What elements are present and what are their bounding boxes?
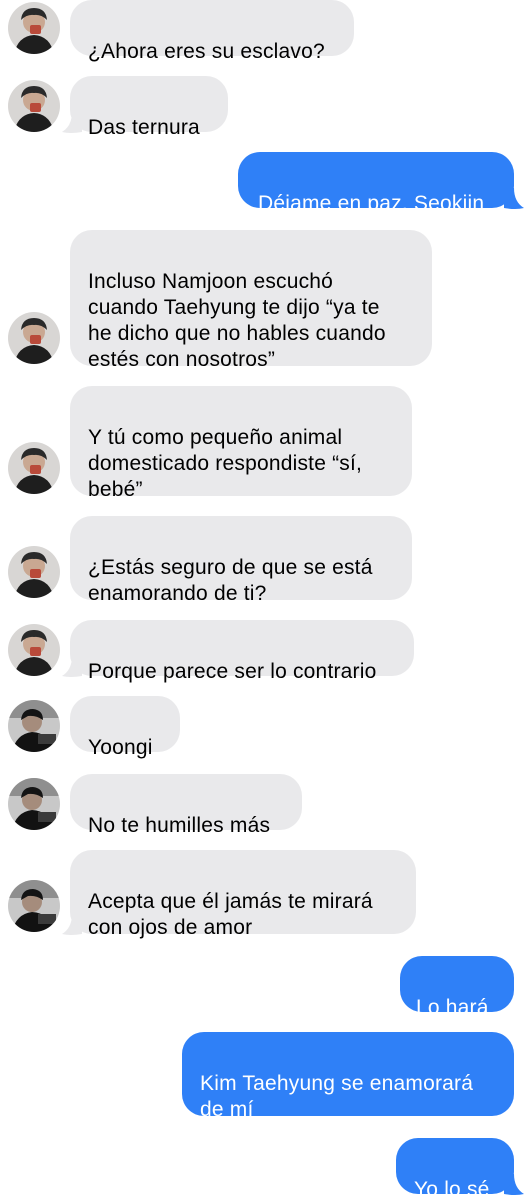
message-text: Kim Taehyung se enamorará de mí — [200, 1072, 474, 1121]
avatar-icon[interactable] — [8, 778, 60, 830]
avatar-icon[interactable] — [8, 80, 60, 132]
message-text: Porque parece ser lo contrario — [88, 660, 377, 683]
message-bubble[interactable]: Yo lo sé — [396, 1138, 514, 1201]
message-text: ¿Ahora eres su esclavo? — [88, 40, 325, 63]
message-text: ¿Estás seguro de que se está enamorando … — [88, 556, 373, 605]
avatar-icon[interactable] — [8, 312, 60, 364]
message-bubble[interactable]: Y tú como pequeño animal domesticado res… — [70, 386, 412, 501]
message-text: Lo hará — [416, 996, 489, 1019]
avatar-icon[interactable] — [8, 2, 60, 54]
message-bubble[interactable]: Incluso Namjoon escuchó cuando Taehyung … — [70, 230, 432, 371]
message-text: Yo lo sé — [414, 1178, 490, 1201]
message-bubble[interactable]: Kim Taehyung se enamorará de mí — [182, 1032, 514, 1121]
message-text: Déjame en paz, Seokjin — [258, 192, 485, 215]
message-bubble[interactable]: ¿Estás seguro de que se está enamorando … — [70, 516, 412, 605]
avatar-icon[interactable] — [8, 442, 60, 494]
message-text: Y tú como pequeño animal domesticado res… — [88, 426, 363, 501]
message-bubble[interactable]: Lo hará — [400, 956, 514, 1019]
avatar-icon[interactable] — [8, 624, 60, 676]
message-text: Incluso Namjoon escuchó cuando Taehyung … — [88, 270, 386, 371]
message-bubble[interactable]: Porque parece ser lo contrario — [70, 620, 414, 683]
message-text: No te humilles más — [88, 814, 271, 837]
avatar-icon[interactable] — [8, 700, 60, 752]
message-text: Das ternura — [88, 116, 200, 139]
message-text: Acepta que él jamás te mirará con ojos d… — [88, 890, 373, 939]
message-bubble[interactable]: ¿Ahora eres su esclavo? — [70, 0, 354, 63]
avatar-icon[interactable] — [8, 546, 60, 598]
message-bubble[interactable]: Déjame en paz, Seokjin — [238, 152, 514, 215]
avatar-icon[interactable] — [8, 880, 60, 932]
message-text: Yoongi — [88, 736, 153, 759]
message-bubble[interactable]: Yoongi — [70, 696, 180, 759]
message-bubble[interactable]: Das ternura — [70, 76, 228, 139]
message-bubble[interactable]: Acepta que él jamás te mirará con ojos d… — [70, 850, 416, 939]
message-bubble[interactable]: No te humilles más — [70, 774, 302, 837]
